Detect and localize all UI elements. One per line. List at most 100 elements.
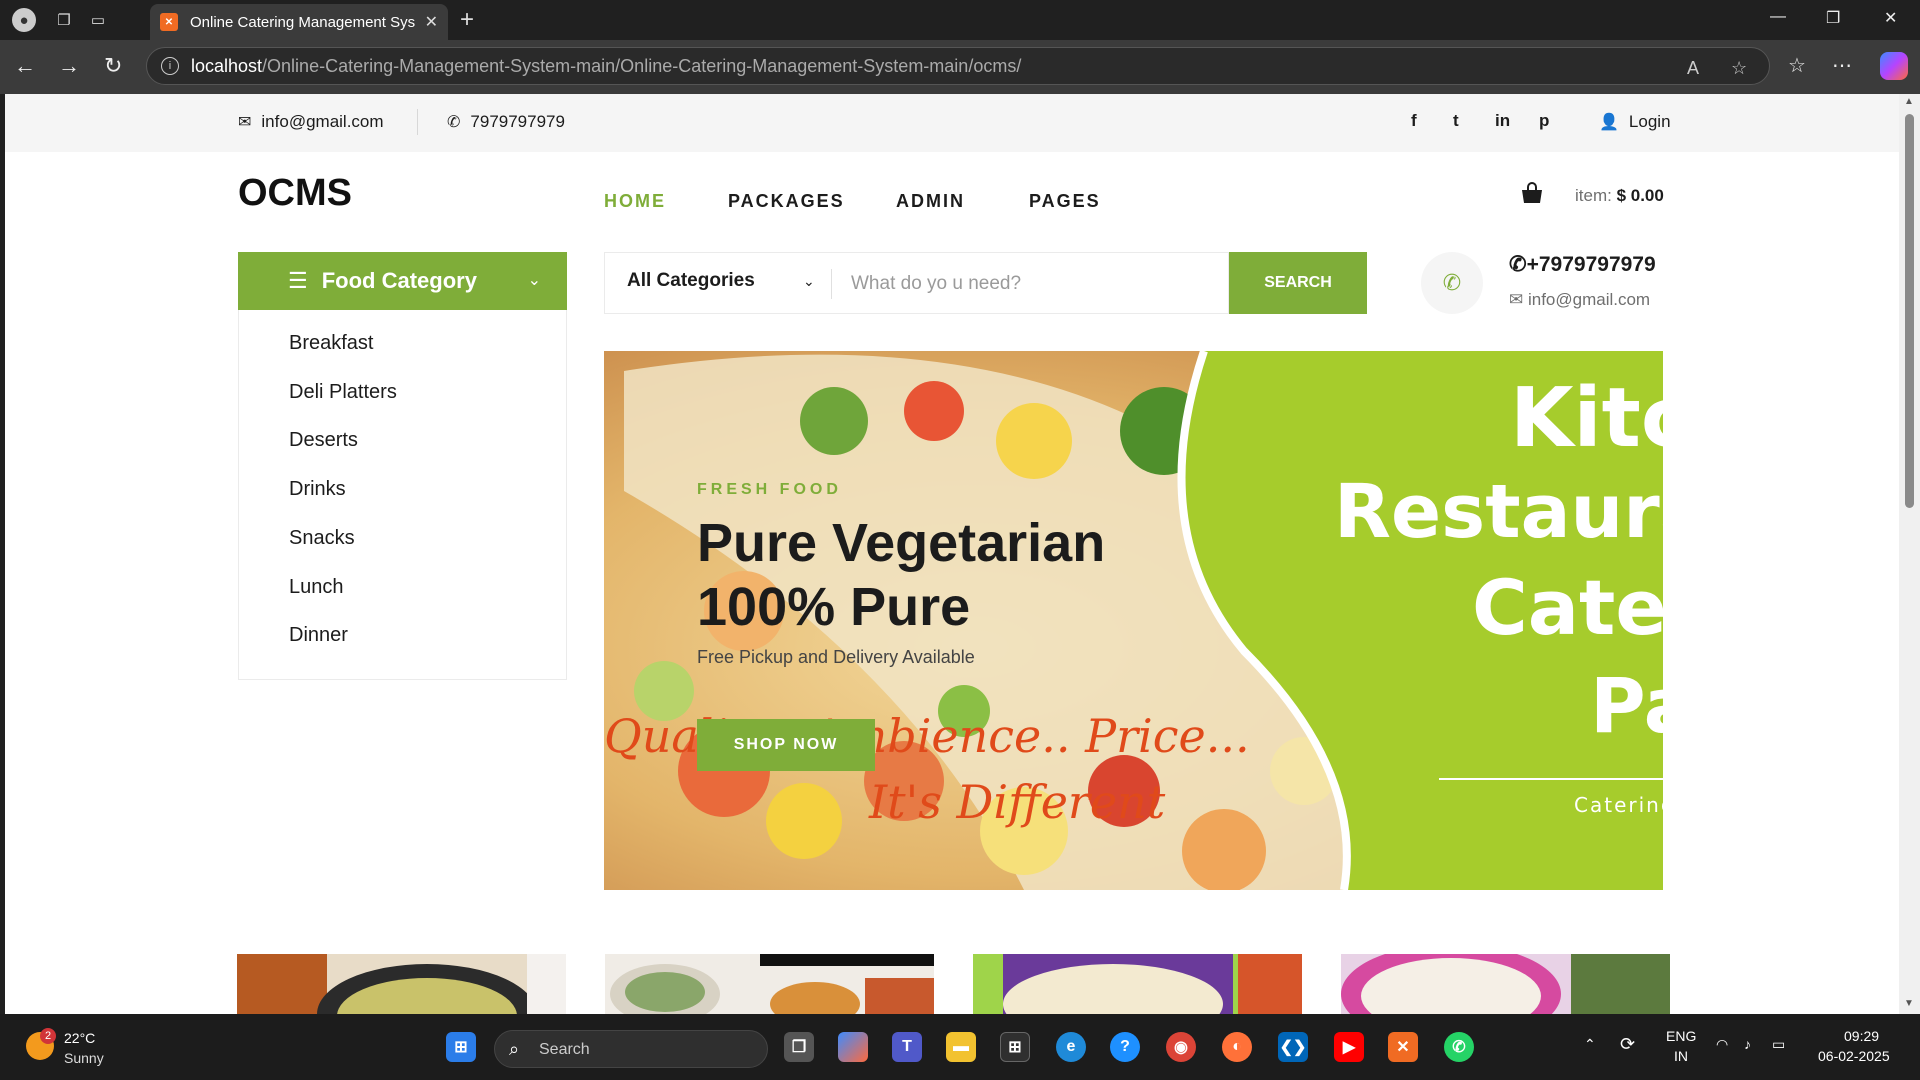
vscode-icon[interactable]: ❮❯ — [1278, 1032, 1308, 1062]
category-item-deserts[interactable]: Deserts — [289, 429, 358, 452]
food-category-toggle[interactable]: ☰ Food Category ⌄ — [238, 252, 567, 310]
minimize-icon[interactable]: — — [1770, 8, 1786, 26]
search-button[interactable]: SEARCH — [1229, 252, 1367, 314]
contact-email-text: info@gmail.com — [1527, 290, 1651, 309]
copilot-icon[interactable] — [1880, 52, 1908, 80]
pinterest-icon[interactable]: p — [1539, 111, 1549, 131]
nav-packages[interactable]: PACKAGES — [728, 191, 845, 212]
url-host: localhost — [191, 55, 263, 76]
cart-label: item: — [1575, 186, 1612, 205]
category-item-dinner[interactable]: Dinner — [289, 624, 348, 647]
site-logo[interactable]: OCMS — [238, 172, 352, 215]
twitter-icon[interactable]: t — [1453, 111, 1459, 131]
linkedin-icon[interactable]: in — [1495, 111, 1510, 131]
browser-titlebar: ● ❐ ▭ ✕ Online Catering Management Sys ✕… — [0, 0, 1920, 40]
header-top-strip: ✉ info@gmail.com ✆ 7979797979 f t in p 👤… — [5, 94, 1899, 152]
login-link[interactable]: 👤 Login — [1599, 112, 1671, 132]
file-explorer-icon[interactable]: ▬ — [946, 1032, 976, 1062]
close-window-icon[interactable]: ✕ — [1884, 8, 1897, 28]
page-scrollbar[interactable]: ▲ ▼ — [1899, 94, 1920, 1014]
volume-icon[interactable]: ♪ — [1744, 1036, 1751, 1052]
scroll-up-icon[interactable]: ▲ — [1904, 96, 1914, 107]
shopping-bag-icon[interactable] — [1520, 182, 1544, 204]
sync-icon[interactable]: ⟳ — [1620, 1034, 1635, 1055]
refresh-icon[interactable]: ↻ — [104, 53, 122, 79]
url-path: /Online-Catering-Management-System-main/… — [262, 55, 1022, 76]
start-windows-icon[interactable]: ⊞ — [446, 1032, 476, 1062]
whatsapp-icon[interactable]: ✆ — [1444, 1032, 1474, 1062]
clock-time[interactable]: 09:29 — [1844, 1028, 1879, 1044]
product-thumbnail[interactable] — [973, 954, 1302, 1014]
profile-icon[interactable]: ● — [12, 8, 36, 32]
clock-date[interactable]: 06-02-2025 — [1818, 1048, 1890, 1064]
xampp-favicon-icon: ✕ — [160, 13, 178, 31]
tab-title: Online Catering Management Sys — [190, 13, 416, 31]
taskbar-search[interactable]: ⌕ Search — [494, 1030, 768, 1068]
search-category-select[interactable]: All Categories — [627, 270, 755, 292]
favorites-icon[interactable]: ☆ — [1788, 53, 1806, 78]
user-icon: 👤 — [1599, 114, 1619, 131]
read-aloud-icon[interactable]: A — [1687, 58, 1699, 79]
copilot-app-icon[interactable] — [838, 1032, 868, 1062]
youtube-icon[interactable]: ▶ — [1334, 1032, 1364, 1062]
chevron-down-icon[interactable]: ⌄ — [803, 273, 815, 290]
product-thumbnail[interactable] — [237, 954, 566, 1014]
lang-line-2[interactable]: IN — [1674, 1048, 1688, 1064]
edge-icon[interactable]: e — [1056, 1032, 1086, 1062]
facebook-icon[interactable]: f — [1411, 111, 1417, 131]
product-thumbnail[interactable] — [1341, 954, 1670, 1014]
xampp-icon[interactable]: ✕ — [1388, 1032, 1418, 1062]
weather-badge: 2 — [40, 1028, 56, 1044]
phone-icon: ✆ — [447, 114, 461, 131]
help-icon[interactable]: ? — [1110, 1032, 1140, 1062]
scrollbar-thumb[interactable] — [1905, 114, 1914, 508]
search-input[interactable] — [851, 267, 1211, 301]
scroll-down-icon[interactable]: ▼ — [1904, 998, 1914, 1009]
nav-home[interactable]: HOME — [604, 191, 666, 212]
tray-overflow-icon[interactable]: ⌃ — [1584, 1036, 1596, 1053]
category-list: Breakfast Deli Platters Deserts Drinks S… — [238, 310, 567, 680]
nav-pages[interactable]: PAGES — [1029, 191, 1101, 212]
chrome-icon[interactable]: ◉ — [1166, 1032, 1196, 1062]
search-form: All Categories ⌄ — [604, 252, 1229, 314]
top-email-text: info@gmail.com — [261, 112, 384, 131]
hero-right-line-3: Cater — [1472, 563, 1663, 652]
category-item-snacks[interactable]: Snacks — [289, 527, 355, 550]
url-bar[interactable]: i localhost/Online-Catering-Management-S… — [146, 47, 1770, 85]
favorite-star-icon[interactable]: ☆ — [1731, 58, 1747, 79]
category-item-lunch[interactable]: Lunch — [289, 576, 344, 599]
divider — [417, 109, 418, 135]
nav-admin[interactable]: ADMIN — [896, 191, 965, 212]
tab-actions-icon[interactable]: ▭ — [86, 8, 110, 32]
category-item-breakfast[interactable]: Breakfast — [289, 332, 373, 355]
back-icon[interactable]: ← — [14, 53, 36, 79]
task-view-icon[interactable]: ❐ — [784, 1032, 814, 1062]
close-tab-icon[interactable]: ✕ — [425, 12, 438, 32]
teams-icon[interactable]: T — [892, 1032, 922, 1062]
hero-title-line-1: Pure Vegetarian — [697, 513, 1106, 573]
restore-icon[interactable]: ❐ — [1826, 8, 1840, 28]
cart-total: $ 0.00 — [1616, 186, 1664, 205]
forward-icon[interactable]: → — [58, 53, 80, 79]
envelope-icon: ✉ — [238, 114, 252, 131]
new-tab-icon[interactable]: + — [460, 6, 474, 34]
battery-icon[interactable]: ▭ — [1772, 1036, 1785, 1053]
phone-icon: ✆ — [1421, 252, 1483, 314]
product-thumbnail[interactable] — [605, 954, 934, 1014]
site-info-icon[interactable]: i — [161, 57, 179, 75]
chevron-down-icon: ⌄ — [527, 272, 541, 289]
weather-condition: Sunny — [64, 1050, 104, 1066]
category-item-drinks[interactable]: Drinks — [289, 478, 346, 501]
shop-now-button[interactable]: SHOP NOW — [697, 719, 875, 771]
browser-tab[interactable]: ✕ Online Catering Management Sys ✕ — [150, 4, 448, 40]
firefox-icon[interactable]: ◐ — [1222, 1032, 1252, 1062]
hero-title: Pure Vegetarian 100% Pure — [697, 511, 1105, 639]
more-menu-icon[interactable]: ⋯ — [1832, 53, 1852, 78]
workspaces-icon[interactable]: ❐ — [52, 8, 76, 32]
category-item-deli-platters[interactable]: Deli Platters — [289, 381, 397, 404]
top-phone: ✆ 7979797979 — [447, 112, 565, 132]
store-icon[interactable]: ⊞ — [1000, 1032, 1030, 1062]
wifi-icon[interactable]: ◠ — [1716, 1036, 1728, 1053]
lang-line-1[interactable]: ENG — [1666, 1028, 1696, 1044]
login-text: Login — [1628, 112, 1671, 131]
